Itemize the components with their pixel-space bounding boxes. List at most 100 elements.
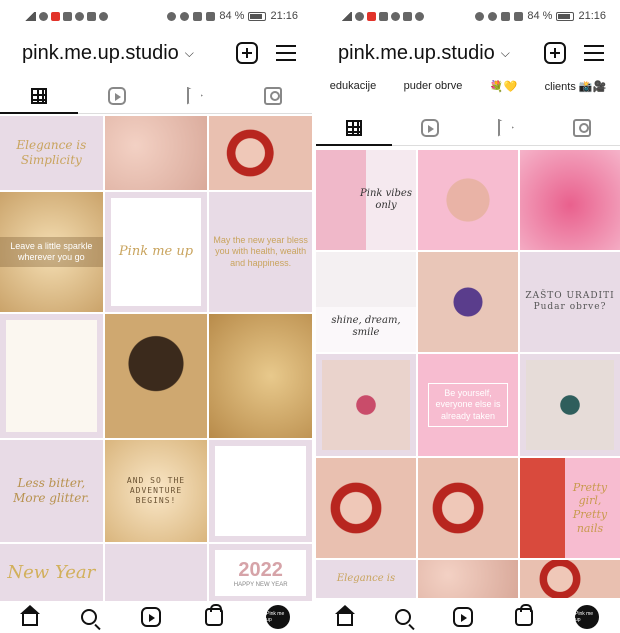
post-caption: Pretty girl, Pretty nails [572, 480, 608, 535]
grid-post[interactable]: Pretty girl, Pretty nails [520, 458, 620, 558]
tagged-icon [573, 118, 591, 137]
chevron-down-icon: ⌵ [184, 45, 194, 60]
grid-post[interactable]: May the new year bless you with health, … [209, 192, 312, 312]
highlight-label[interactable]: puder obrve [404, 80, 463, 96]
reels-nav-icon[interactable] [140, 607, 161, 627]
posts-grid: Elegance is Simplicity Leave a little sp… [0, 116, 312, 602]
username-switcher[interactable]: pink.me.up.studio ⌵ [338, 42, 510, 65]
instagram-icon [403, 11, 412, 21]
play-icon [187, 86, 203, 105]
username-switcher[interactable]: pink.me.up.studio ⌵ [22, 42, 194, 65]
grid-post[interactable] [104, 314, 208, 438]
instagram-icon [87, 11, 96, 21]
home-icon[interactable] [19, 605, 40, 626]
grid-post[interactable] [316, 354, 416, 456]
grid-post[interactable] [104, 544, 208, 602]
grid-post[interactable]: Be yourself, everyone else is already ta… [418, 354, 518, 456]
status-icons-right: 84 % 21:16 [167, 10, 298, 22]
status-icons-right: 84 % 21:16 [475, 10, 606, 22]
tab-posts[interactable] [316, 110, 392, 146]
battery-percent: 84 % [219, 10, 245, 22]
grid-post[interactable] [209, 116, 312, 190]
wifi-icon [355, 11, 364, 21]
battery-percent: 84 % [527, 10, 553, 22]
grid-post[interactable]: shine, dream, smile [316, 252, 416, 352]
status-icons-left [24, 11, 108, 21]
search-icon[interactable] [81, 609, 98, 625]
bottom-nav: Pink me up [0, 601, 312, 633]
grid-post[interactable]: AND SO THE ADVENTURE BEGINS! [104, 440, 208, 542]
app-notification-icon [367, 11, 376, 21]
status-bar: 84 % 21:16 [0, 0, 312, 32]
grid-post[interactable] [418, 252, 518, 352]
grid-post[interactable] [104, 116, 208, 190]
grid-post[interactable] [418, 560, 518, 598]
grid-post[interactable]: Elegance is [316, 560, 416, 598]
shop-icon[interactable] [204, 604, 223, 626]
post-caption: AND SO THE ADVENTURE BEGINS! [126, 476, 186, 505]
vibrate-icon [514, 11, 524, 21]
grid-post[interactable] [418, 458, 518, 558]
post-caption: Less bitter, More glitter. [13, 476, 90, 505]
notification-icon [391, 11, 400, 21]
tab-posts[interactable] [0, 78, 78, 114]
grid-post[interactable] [209, 314, 312, 438]
grid-post[interactable] [209, 440, 312, 542]
highlight-label[interactable]: edukacije [330, 80, 376, 96]
wifi-icon [39, 11, 48, 21]
grid-post[interactable]: New Year [0, 544, 103, 602]
highlight-label[interactable]: 💐💛 [490, 80, 517, 96]
battery-icon [556, 11, 575, 21]
grid-post[interactable] [520, 560, 620, 598]
grid-post[interactable] [418, 150, 518, 250]
grid-post[interactable]: 2022 HAPPY NEW YEAR [209, 544, 312, 602]
grid-post[interactable]: Pink vibes only [316, 150, 416, 250]
grid-post[interactable]: Leave a little sparkle wherever you go [0, 192, 103, 312]
tab-reels[interactable] [392, 110, 468, 145]
phone-left: 84 % 21:16 pink.me.up.studio ⌵ Elegance … [0, 0, 312, 633]
tab-reels[interactable] [78, 78, 156, 113]
post-caption: shine, dream, smile [331, 314, 401, 339]
grid-post[interactable] [520, 354, 620, 456]
tab-videos[interactable] [156, 78, 234, 113]
home-icon[interactable] [335, 605, 355, 626]
search-icon[interactable] [395, 609, 411, 625]
create-post-icon[interactable] [236, 42, 258, 64]
bluetooth-icon [501, 11, 511, 21]
tab-videos[interactable] [468, 110, 544, 145]
grid-post[interactable] [316, 458, 416, 558]
create-post-icon[interactable] [544, 42, 566, 64]
alarm-icon [488, 11, 498, 21]
posts-grid: Pink vibes only shine, dream, smile ZAŠT… [316, 150, 620, 602]
grid-post[interactable]: Elegance is Simplicity [0, 116, 103, 190]
clock-time: 21:16 [578, 10, 606, 22]
highlight-label[interactable]: clients 📸🎥 [545, 80, 607, 96]
grid-post[interactable]: ZAŠTO URADITI Pudar obrve? [520, 252, 620, 352]
avatar-label: Pink me up [575, 611, 594, 623]
eye-icon [167, 11, 177, 21]
story-highlights: edukacije puder obrve 💐💛 clients 📸🎥 [316, 80, 620, 96]
reels-nav-icon[interactable] [453, 607, 473, 627]
menu-icon[interactable] [276, 45, 296, 61]
grid-post[interactable]: Less bitter, More glitter. [0, 440, 103, 542]
grid-post[interactable]: Pink me up [104, 192, 208, 312]
facebook-icon [415, 11, 424, 21]
menu-icon[interactable] [584, 45, 604, 61]
grid-post[interactable] [520, 150, 620, 250]
status-bar: 84 % 21:16 [316, 0, 620, 32]
alarm-icon [180, 11, 190, 21]
shop-icon[interactable] [515, 604, 533, 626]
tab-tagged[interactable] [234, 78, 312, 113]
post-caption: Leave a little sparkle wherever you go [0, 236, 103, 268]
grid-icon [346, 119, 362, 136]
post-caption: Elegance is Simplicity [16, 138, 87, 167]
happy-new-year-label: HAPPY NEW YEAR [233, 581, 288, 588]
grid-post[interactable] [0, 314, 103, 438]
tab-tagged[interactable] [544, 110, 620, 145]
chevron-down-icon: ⌵ [500, 45, 510, 60]
profile-avatar[interactable]: Pink me up [575, 605, 599, 629]
cloud-icon [63, 11, 72, 21]
year-2022-text: 2022 [238, 558, 283, 581]
profile-header: pink.me.up.studio ⌵ [0, 36, 312, 70]
profile-avatar[interactable]: Pink me up [266, 605, 291, 629]
